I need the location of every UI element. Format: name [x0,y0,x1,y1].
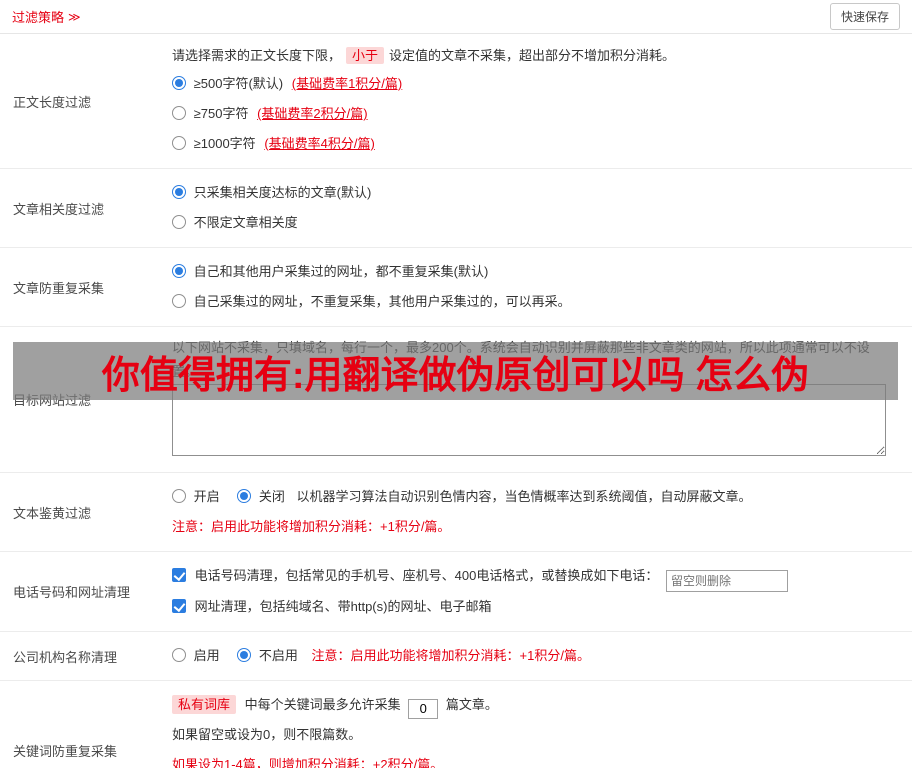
option-text: 开启 [194,489,220,504]
porn-filter-warning: 注意：启用此功能将增加积分消耗：+1积分/篇。 [172,512,898,542]
keyword-line1-mid: 中每个关键词最多允许采集 [245,697,401,712]
relevance-option-any-click[interactable]: 不限定文章相关度 [172,215,298,230]
row-label-phone-url-clean: 电话号码和网址清理 [0,552,172,631]
option-note: (基础费率1积分/篇) [292,76,403,91]
row-label-company-clean: 公司机构名称清理 [0,632,172,680]
option-text: ≥500字符(默认) [194,76,283,91]
length-option-500-click[interactable]: ≥500字符(默认) (基础费率1积分/篇) [172,76,402,91]
option-text: 不限定文章相关度 [194,215,298,230]
ad-overlay-text: 你值得拥有:用翻译做伪原创可以吗 怎么伪 [102,344,809,399]
row-porn-filter: 文本鉴黄过滤 开启 关闭 以机器学习算法自动识别色情内容，当色情概率达到系统阈值… [0,473,912,552]
dedup-option-self-only-click[interactable]: 自己采集过的网址，不重复采集，其他用户采集过的，可以再采。 [172,294,571,309]
radio-icon[interactable] [172,294,186,308]
option-text: 关闭 [259,489,285,504]
row-keyword-dedup: 关键词防重复采集 私有词库 中每个关键词最多允许采集 篇文章。 如果留空或设为0… [0,681,912,768]
option-text: 只采集相关度达标的文章(默认) [194,185,372,200]
option-note: (基础费率2积分/篇) [257,106,368,121]
radio-icon[interactable] [172,185,186,199]
phone-clean-option[interactable]: 电话号码清理，包括常见的手机号、座机号、400电话格式，或替换成如下电话： [172,561,898,592]
row-content-phone-url-clean: 电话号码清理，包括常见的手机号、座机号、400电话格式，或替换成如下电话： 网址… [172,552,912,631]
checkbox-icon[interactable] [172,568,186,582]
keyword-dedup-line1: 私有词库 中每个关键词最多允许采集 篇文章。 [172,690,898,720]
row-label-relevance-filter: 文章相关度过滤 [0,169,172,247]
double-chevron-icon[interactable]: ≫ [68,10,81,24]
radio-icon[interactable] [172,489,186,503]
option-text: 启用 [194,648,220,663]
row-relevance-filter: 文章相关度过滤 只采集相关度达标的文章(默认) 不限定文章相关度 [0,169,912,248]
row-length-filter: 正文长度过滤 请选择需求的正文长度下限， 小于设定值的文章不采集，超出部分不增加积… [0,34,912,169]
radio-icon[interactable] [172,215,186,229]
option-text: ≥1000字符 [194,136,256,151]
length-option-1000-click[interactable]: ≥1000字符 (基础费率4积分/篇) [172,136,375,151]
company-clean-warning: 注意：启用此功能将增加积分消耗：+1积分/篇。 [312,648,590,663]
row-content-relevance-filter: 只采集相关度达标的文章(默认) 不限定文章相关度 [172,169,912,247]
length-option-750[interactable]: ≥750字符 (基础费率2积分/篇) [172,99,898,129]
row-dedup-filter: 文章防重复采集 自己和其他用户采集过的网址，都不重复采集(默认) 自己采集过的网… [0,248,912,327]
company-option-off[interactable]: 不启用 [237,648,301,663]
checkbox-icon[interactable] [172,599,186,613]
option-text: 不启用 [259,648,298,663]
length-intro-post: 设定值的文章不采集，超出部分不增加积分消耗。 [389,48,675,63]
dedup-option-self-only[interactable]: 自己采集过的网址，不重复采集，其他用户采集过的，可以再采。 [172,287,898,317]
option-text: ≥750字符 [194,106,249,121]
option-text: 自己采集过的网址，不重复采集，其他用户采集过的，可以再采。 [194,294,571,309]
row-content-dedup-filter: 自己和其他用户采集过的网址，都不重复采集(默认) 自己采集过的网址，不重复采集，… [172,248,912,326]
keyword-dedup-line2: 如果留空或设为0，则不限篇数。 [172,720,898,750]
length-option-1000[interactable]: ≥1000字符 (基础费率4积分/篇) [172,129,898,159]
topbar: 过滤策略 ≫ 快速保存 [0,0,912,34]
row-phone-url-clean: 电话号码和网址清理 电话号码清理，包括常见的手机号、座机号、400电话格式，或替… [0,552,912,632]
radio-icon[interactable] [237,648,251,662]
url-clean-text: 网址清理，包括纯域名、带http(s)的网址、电子邮箱 [195,599,492,614]
row-label-dedup-filter: 文章防重复采集 [0,248,172,326]
row-company-clean: 公司机构名称清理 启用 不启用 注意：启用此功能将增加积分消耗：+1积分/篇。 [0,632,912,681]
row-content-company-clean: 启用 不启用 注意：启用此功能将增加积分消耗：+1积分/篇。 [172,632,912,680]
length-filter-intro: 请选择需求的正文长度下限， 小于设定值的文章不采集，超出部分不增加积分消耗。 [172,43,898,69]
relevance-option-strict-click[interactable]: 只采集相关度达标的文章(默认) [172,185,371,200]
page-title-text: 过滤策略 [12,7,64,26]
relevance-option-any[interactable]: 不限定文章相关度 [172,208,898,238]
row-content-length-filter: 请选择需求的正文长度下限， 小于设定值的文章不采集，超出部分不增加积分消耗。 ≥5… [172,34,912,168]
porn-option-off[interactable]: 关闭 [237,489,288,504]
row-content-keyword-dedup: 私有词库 中每个关键词最多允许采集 篇文章。 如果留空或设为0，则不限篇数。 如… [172,681,912,768]
less-than-highlight: 小于 [346,47,384,64]
radio-icon[interactable] [172,648,186,662]
max-collect-count-input[interactable] [408,699,438,719]
dedup-option-all-users[interactable]: 自己和其他用户采集过的网址，都不重复采集(默认) [172,257,898,287]
option-text: 自己和其他用户采集过的网址，都不重复采集(默认) [194,264,489,279]
porn-filter-options: 开启 关闭 以机器学习算法自动识别色情内容，当色情概率达到系统阈值，自动屏蔽文章… [172,482,898,512]
row-label-keyword-dedup: 关键词防重复采集 [0,681,172,768]
page-title: 过滤策略 ≫ [12,7,81,26]
row-label-porn-filter: 文本鉴黄过滤 [0,473,172,551]
row-label-length-filter: 正文长度过滤 [0,34,172,168]
option-note: (基础费率4积分/篇) [264,136,375,151]
porn-option-on[interactable]: 开启 [172,489,223,504]
radio-icon[interactable] [172,264,186,278]
length-option-750-click[interactable]: ≥750字符 (基础费率2积分/篇) [172,106,368,121]
keyword-line1-end: 篇文章。 [446,697,498,712]
company-option-on[interactable]: 启用 [172,648,223,663]
phone-clean-text: 电话号码清理，包括常见的手机号、座机号、400电话格式，或替换成如下电话： [195,568,659,583]
porn-filter-desc: 以机器学习算法自动识别色情内容，当色情概率达到系统阈值，自动屏蔽文章。 [297,489,752,504]
dedup-option-all-users-click[interactable]: 自己和其他用户采集过的网址，都不重复采集(默认) [172,264,488,279]
keyword-dedup-line3: 如果设为1-4篇，则增加积分消耗：+2积分/篇。 [172,750,898,768]
length-option-500[interactable]: ≥500字符(默认) (基础费率1积分/篇) [172,69,898,99]
radio-icon[interactable] [172,106,186,120]
relevance-option-strict[interactable]: 只采集相关度达标的文章(默认) [172,178,898,208]
url-clean-option[interactable]: 网址清理，包括纯域名、带http(s)的网址、电子邮箱 [172,592,898,622]
length-intro-pre: 请选择需求的正文长度下限， [172,48,341,63]
radio-icon[interactable] [172,76,186,90]
company-clean-options: 启用 不启用 注意：启用此功能将增加积分消耗：+1积分/篇。 [172,641,898,671]
private-lexicon-tag[interactable]: 私有词库 [172,695,236,714]
filter-strategy-page: 过滤策略 ≫ 快速保存 正文长度过滤 请选择需求的正文长度下限， 小于设定值的文章… [0,0,912,768]
radio-icon[interactable] [172,136,186,150]
quick-save-button[interactable]: 快速保存 [830,3,900,30]
replacement-phone-input[interactable] [666,570,788,592]
radio-icon[interactable] [237,489,251,503]
ad-overlay-banner[interactable]: 你值得拥有:用翻译做伪原创可以吗 怎么伪 [13,342,898,400]
row-content-porn-filter: 开启 关闭 以机器学习算法自动识别色情内容，当色情概率达到系统阈值，自动屏蔽文章… [172,473,912,551]
